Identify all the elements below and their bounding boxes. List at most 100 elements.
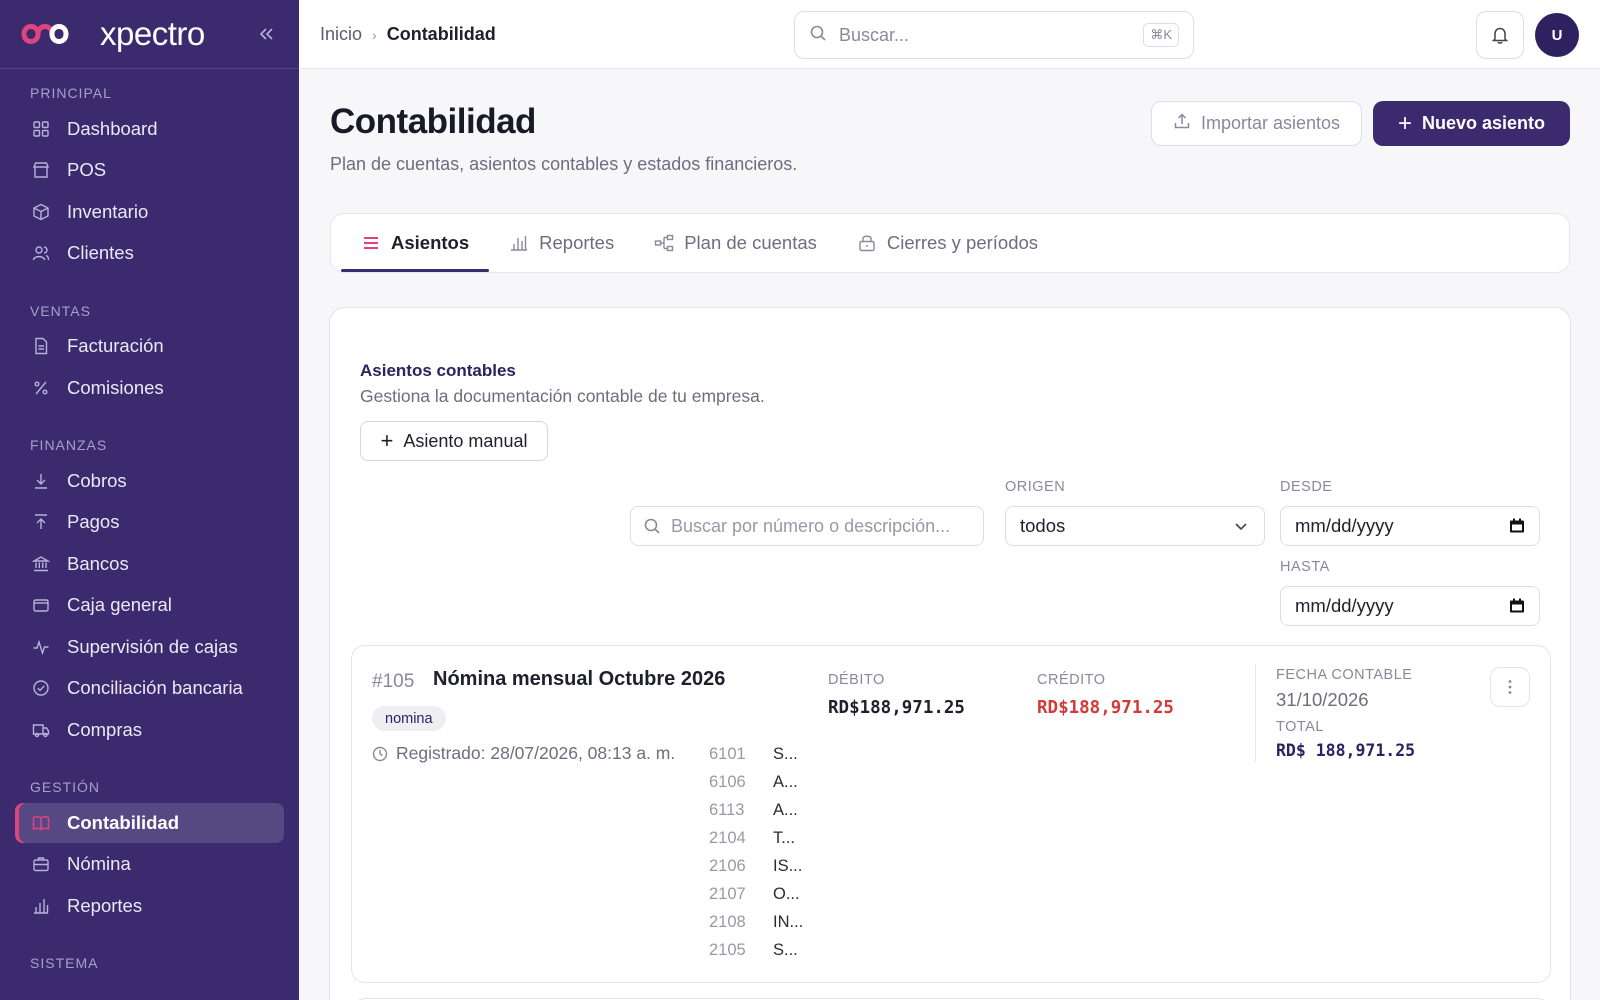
origin-select[interactable]: todos bbox=[1005, 506, 1265, 546]
page-title: Contabilidad bbox=[330, 102, 536, 141]
sidebar-item-conciliacion[interactable]: Conciliación bancaria bbox=[15, 668, 284, 708]
sidebar-item-dashboard[interactable]: Dashboard bbox=[15, 109, 284, 149]
entry-search-input[interactable] bbox=[671, 515, 971, 537]
origin-filter-label: ORIGEN bbox=[1005, 479, 1066, 495]
chevrons-left-icon bbox=[259, 28, 273, 40]
sidebar-item-supervision-cajas[interactable]: Supervisión de cajas bbox=[15, 627, 284, 667]
sidebar-item-clientes[interactable]: Clientes bbox=[15, 233, 284, 273]
account-code: 6106 bbox=[709, 772, 746, 791]
debit-label: DÉBITO bbox=[828, 672, 885, 688]
wallet-icon bbox=[30, 594, 52, 616]
account-name: A... bbox=[773, 800, 798, 819]
percent-icon bbox=[30, 377, 52, 399]
import-entries-label: Importar asientos bbox=[1200, 113, 1341, 133]
account-name: T... bbox=[773, 828, 796, 847]
tab-plan-de-cuentas[interactable]: Plan de cuentas bbox=[634, 214, 837, 272]
sidebar-item-label: POS bbox=[67, 159, 107, 180]
total-amount: RD$ 188,971.25 bbox=[1276, 741, 1416, 760]
account-name: IS... bbox=[773, 856, 803, 875]
tab-label: Reportes bbox=[539, 232, 615, 253]
entry-actions-button[interactable] bbox=[1490, 667, 1530, 707]
account-name: S... bbox=[773, 744, 798, 763]
journal-entry-card[interactable]: #105 Nómina mensual Octubre 2026 nomina … bbox=[351, 645, 1551, 983]
entry-line: 2105 S... bbox=[709, 936, 803, 964]
from-date-input[interactable]: mm/dd/yyyy bbox=[1280, 506, 1540, 546]
breadcrumb-home-link[interactable]: Inicio bbox=[320, 24, 362, 45]
entry-line: 6113 A... bbox=[709, 796, 803, 824]
truck-icon bbox=[30, 719, 52, 741]
calendar-icon bbox=[1509, 598, 1525, 614]
tab-bar: Asientos Reportes Plan de cuentas Cierre… bbox=[330, 213, 1570, 273]
search-icon bbox=[643, 517, 661, 535]
xpectro-logo-icon bbox=[21, 24, 69, 44]
divider bbox=[1255, 664, 1256, 762]
collapse-sidebar-button[interactable] bbox=[253, 21, 279, 47]
sidebar-item-bancos[interactable]: Bancos bbox=[15, 544, 284, 584]
sidebar-item-nomina[interactable]: Nómina bbox=[15, 844, 284, 884]
breadcrumb: Inicio › Contabilidad bbox=[320, 24, 496, 45]
sidebar-item-facturacion[interactable]: Facturación bbox=[15, 326, 284, 366]
book-icon bbox=[30, 812, 52, 834]
from-date-label: DESDE bbox=[1280, 479, 1333, 495]
sidebar-item-label: Nómina bbox=[67, 853, 131, 874]
to-date-label: HASTA bbox=[1280, 559, 1330, 575]
card-title: Asientos contables bbox=[360, 361, 516, 380]
bar-chart-icon bbox=[30, 895, 52, 917]
tab-asientos[interactable]: Asientos bbox=[341, 214, 490, 272]
from-date-value: mm/dd/yyyy bbox=[1295, 515, 1394, 536]
sidebar-item-caja-general[interactable]: Caja general bbox=[15, 585, 284, 625]
nav-section-principal: PRINCIPAL bbox=[30, 85, 112, 101]
account-name: IN... bbox=[773, 912, 803, 931]
card-subtitle: Gestiona la documentación contable de tu… bbox=[360, 386, 765, 406]
new-entry-button[interactable]: + Nuevo asiento bbox=[1373, 101, 1570, 146]
sidebar-item-cobros[interactable]: Cobros bbox=[15, 461, 284, 501]
credit-label: CRÉDITO bbox=[1037, 672, 1106, 688]
account-name: O... bbox=[773, 884, 800, 903]
upload-icon bbox=[1173, 112, 1191, 135]
debit-amount: RD$188,971.25 bbox=[828, 698, 965, 718]
tab-cierres-periodos[interactable]: Cierres y períodos bbox=[837, 214, 1058, 272]
sidebar-item-label: Comisiones bbox=[67, 376, 164, 398]
tab-label: Cierres y períodos bbox=[886, 232, 1039, 253]
sidebar-item-label: Dashboard bbox=[67, 117, 158, 139]
notifications-button[interactable] bbox=[1476, 11, 1524, 59]
more-vertical-icon bbox=[1508, 680, 1512, 694]
breadcrumb-current: Contabilidad bbox=[386, 24, 496, 44]
global-search[interactable]: ⌘K bbox=[794, 11, 1194, 59]
sidebar-item-pagos[interactable]: Pagos bbox=[15, 502, 284, 542]
credit-amount: RD$188,971.25 bbox=[1037, 698, 1174, 718]
sidebar-item-inventario[interactable]: Inventario bbox=[15, 192, 284, 232]
user-avatar[interactable]: U bbox=[1535, 13, 1579, 57]
sidebar-item-pos[interactable]: POS bbox=[15, 150, 284, 190]
bell-icon bbox=[1491, 27, 1509, 44]
manual-entry-button[interactable]: + Asiento manual bbox=[360, 421, 548, 461]
search-shortcut-badge: ⌘K bbox=[1143, 23, 1179, 47]
entry-search[interactable] bbox=[630, 506, 984, 546]
activity-icon bbox=[30, 636, 52, 658]
sidebar-item-compras[interactable]: Compras bbox=[15, 710, 284, 750]
plus-icon: + bbox=[380, 428, 394, 453]
briefcase-icon bbox=[30, 853, 52, 875]
bar-chart-icon bbox=[509, 233, 529, 253]
sidebar-item-label: Supervisión de cajas bbox=[67, 635, 238, 657]
arrow-up-icon bbox=[30, 511, 52, 533]
sidebar-item-label: Clientes bbox=[67, 242, 134, 263]
import-entries-button[interactable]: Importar asientos bbox=[1151, 101, 1362, 146]
grid-icon bbox=[30, 118, 52, 140]
origin-select-value: todos bbox=[1020, 515, 1066, 536]
sidebar-item-contabilidad[interactable]: Contabilidad bbox=[15, 802, 284, 843]
sidebar-item-comisiones[interactable]: Comisiones bbox=[15, 368, 284, 408]
to-date-input[interactable]: mm/dd/yyyy bbox=[1280, 586, 1540, 626]
sidebar-item-reportes[interactable]: Reportes bbox=[15, 886, 284, 926]
sidebar-item-label: Contabilidad bbox=[67, 811, 180, 833]
nav-section-sistema: SISTEMA bbox=[30, 955, 99, 971]
calendar-icon bbox=[1509, 518, 1525, 534]
entry-lines: 6101 S... 6106 A... 6113 A... 2104 T... 2106… bbox=[709, 740, 803, 964]
entry-number: #105 bbox=[372, 671, 415, 692]
global-search-input[interactable] bbox=[839, 24, 1144, 46]
check-circle-icon bbox=[30, 677, 52, 699]
tab-label: Plan de cuentas bbox=[684, 232, 817, 253]
tab-reportes[interactable]: Reportes bbox=[489, 214, 634, 272]
nav-section-ventas: VENTAS bbox=[30, 302, 91, 319]
brand: xpectro bbox=[0, 0, 299, 69]
